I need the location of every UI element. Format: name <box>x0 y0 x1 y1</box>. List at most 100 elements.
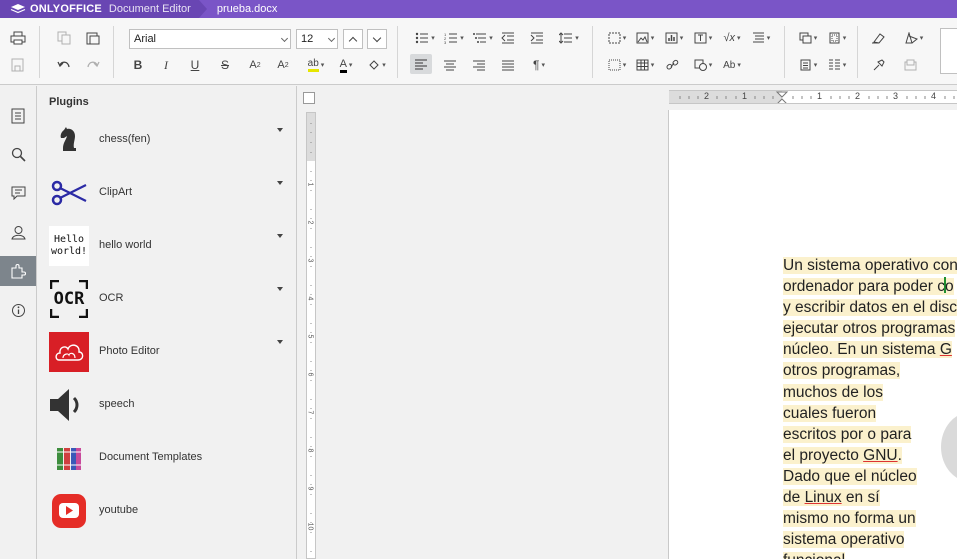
align-center-button[interactable] <box>439 55 461 75</box>
plugins-icon[interactable] <box>0 256 36 286</box>
numbering-button[interactable]: 1 2 3 ▾ <box>441 28 467 48</box>
comment-icon[interactable] <box>0 178 36 208</box>
bold-button[interactable]: B <box>127 55 149 75</box>
text-line: ordenador para poder co <box>783 277 954 296</box>
font-name-select[interactable]: Arial <box>129 29 291 49</box>
plugin-speech[interactable]: speech <box>49 385 289 427</box>
redo-button[interactable] <box>82 55 104 75</box>
text-line: de Linux en sí <box>783 489 880 507</box>
text-line: otros programas, <box>783 362 901 380</box>
copy-style-button[interactable] <box>867 55 889 75</box>
onlyoffice-logo-icon <box>10 4 26 14</box>
plugin-chess[interactable]: chess(fen) <box>49 120 289 162</box>
multilevel-list-button[interactable]: ▾ <box>470 28 496 48</box>
justify-button[interactable] <box>497 55 519 75</box>
ocr-icon: OCR <box>49 279 89 319</box>
page-break-button[interactable]: ▾ <box>604 28 630 48</box>
plugin-menu-caret[interactable] <box>277 234 283 238</box>
insert-shape-button[interactable]: ▾ <box>690 55 716 75</box>
search-icon[interactable] <box>0 139 36 169</box>
toolbar: Arial 12 B I U S A2 A2 ab ▾ A ▾ ▾ ▾ 1 2 3 ▾ ▾… <box>0 18 957 85</box>
navigation-icon[interactable] <box>0 101 36 131</box>
copy-button[interactable] <box>53 28 75 48</box>
plugin-photo-editor[interactable]: Photo Editor <box>49 332 289 374</box>
font-size-value: 12 <box>301 33 314 45</box>
info-icon[interactable] <box>0 295 36 325</box>
insert-hyperlink-button[interactable] <box>661 55 683 75</box>
text-line: Dado que el núcleo <box>783 467 917 485</box>
text-line: y escribir datos en el disc <box>783 299 957 317</box>
styles-gallery[interactable] <box>940 28 957 74</box>
plugin-ocr[interactable]: OCR OCR <box>49 279 289 321</box>
tab-selector[interactable] <box>303 92 315 104</box>
insert-text-box-button[interactable]: ▾ <box>690 28 716 48</box>
templates-icon <box>49 438 89 478</box>
highlight-color-button[interactable]: ab ▾ <box>302 55 330 75</box>
strikethrough-button[interactable]: S <box>214 55 236 75</box>
document-canvas[interactable]: 2 1 1 2 3 4 Un sistema operativo con ord… <box>321 86 957 559</box>
vertical-ruler: 1 2 3 4 5 6 7 8 9 10 <box>306 112 316 559</box>
arrange-button[interactable]: ▾ <box>795 28 821 48</box>
insert-equation-button[interactable]: √x ▾ <box>719 28 745 48</box>
insert-image-button[interactable]: ▾ <box>632 28 658 48</box>
columns-button[interactable]: ▾ <box>604 55 630 75</box>
plugin-menu-caret[interactable] <box>277 128 283 132</box>
change-case-button[interactable]: Ab ▾ <box>719 55 745 75</box>
brand-name: ONLYOFFICE <box>30 3 102 15</box>
undo-button[interactable] <box>53 55 75 75</box>
app-name: Document Editor <box>108 3 191 15</box>
paragraph-fill-button[interactable]: ▾ <box>363 55 391 75</box>
orientation-button[interactable]: ▾ <box>795 55 821 75</box>
mail-merge-button[interactable] <box>899 55 921 75</box>
align-left-button[interactable] <box>410 54 432 74</box>
line-spacing-button[interactable]: ▾ <box>556 28 582 48</box>
underline-button[interactable]: U <box>184 55 206 75</box>
plugins-title: Plugins <box>49 96 89 108</box>
plugins-panel: Plugins chess(fen) ClipArt Hello world! … <box>37 86 297 559</box>
scissors-icon <box>49 173 89 213</box>
insert-table-button[interactable]: ▾ <box>632 55 658 75</box>
speaker-icon <box>49 385 89 425</box>
page-size-button[interactable]: ▾ <box>824 55 850 75</box>
plugin-youtube[interactable]: youtube <box>49 491 289 533</box>
align-right-button[interactable] <box>468 55 490 75</box>
plugin-menu-caret[interactable] <box>277 287 283 291</box>
document-page[interactable]: Un sistema operativo con ordenador para … <box>668 110 957 559</box>
plugin-document-templates[interactable]: Document Templates <box>49 438 289 480</box>
youtube-icon <box>49 491 89 531</box>
decrease-font-button[interactable] <box>367 29 387 49</box>
decrease-indent-button[interactable] <box>497 28 519 48</box>
margins-button[interactable]: ▾ <box>824 28 850 48</box>
insert-chart-button[interactable]: ▾ <box>661 28 687 48</box>
plugin-menu-caret[interactable] <box>277 340 283 344</box>
plugin-hello-world[interactable]: Hello world! hello world <box>49 226 289 268</box>
bullets-button[interactable]: ▾ <box>412 28 438 48</box>
superscript-button[interactable]: A2 <box>244 55 266 75</box>
nonprinting-characters-button[interactable]: ¶ ▾ <box>526 55 552 75</box>
save-button[interactable] <box>7 55 29 75</box>
paste-button[interactable] <box>82 28 104 48</box>
font-color-button[interactable]: A ▾ <box>332 55 360 75</box>
text-line: funcional <box>783 552 846 559</box>
plugin-menu-caret[interactable] <box>277 181 283 185</box>
text-line: ejecutar otros programas <box>783 320 956 338</box>
italic-button[interactable]: I <box>155 55 177 75</box>
clear-style-button[interactable] <box>867 28 889 48</box>
increase-indent-button[interactable] <box>526 28 548 48</box>
title-bar: ONLYOFFICE Document Editor prueba.docx <box>0 0 957 18</box>
horizontal-ruler[interactable]: 2 1 1 2 3 4 <box>669 90 957 104</box>
plugin-clipart[interactable]: ClipArt <box>49 173 289 215</box>
font-size-select[interactable]: 12 <box>296 29 338 49</box>
vertical-ruler-area: 1 2 3 4 5 6 7 8 9 10 <box>297 86 321 559</box>
subscript-button[interactable]: A2 <box>272 55 294 75</box>
chess-knight-icon <box>49 120 89 160</box>
font-name-value: Arial <box>134 33 157 45</box>
color-scheme-button[interactable]: ▾ <box>901 28 927 48</box>
text-line: el proyecto GNU. <box>783 446 902 464</box>
user-icon[interactable] <box>0 217 36 247</box>
increase-font-button[interactable] <box>343 29 363 49</box>
document-body[interactable]: Un sistema operativo con ordenador para … <box>783 255 957 559</box>
print-button[interactable] <box>7 28 29 48</box>
text-line: sistema operativo <box>783 531 905 549</box>
insert-header-footer-button[interactable]: ▾ <box>748 28 774 48</box>
